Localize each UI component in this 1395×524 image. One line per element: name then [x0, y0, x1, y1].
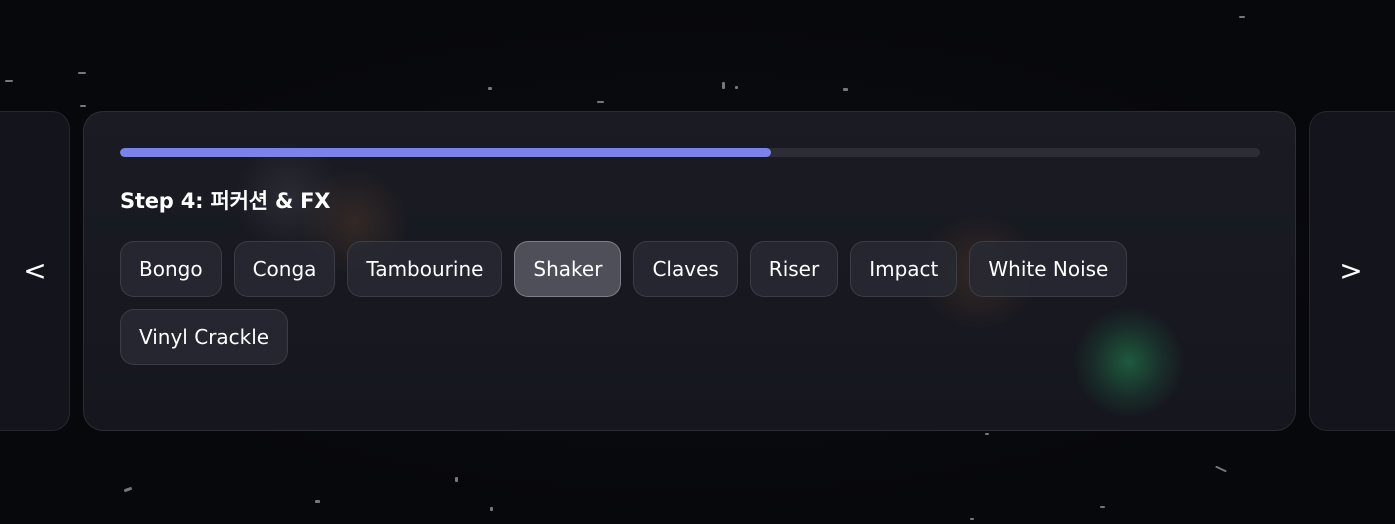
- chevron-right-icon: >: [1339, 254, 1363, 287]
- step-title: Step 4: 퍼커션 & FX: [120, 189, 331, 213]
- background-dust: [597, 101, 604, 103]
- option-chip-shaker[interactable]: Shaker: [514, 241, 622, 297]
- option-chip-conga[interactable]: Conga: [233, 241, 336, 297]
- background-dust: [455, 477, 458, 482]
- option-chip-white-noise[interactable]: White Noise: [969, 241, 1128, 297]
- background-dust: [315, 500, 320, 503]
- chevron-left-icon: <: [23, 254, 47, 287]
- background-dust: [1100, 506, 1105, 508]
- background-dust: [78, 72, 86, 74]
- prev-step-button[interactable]: <: [0, 111, 70, 431]
- background-dust: [1215, 465, 1227, 473]
- background-dust: [1239, 16, 1245, 18]
- background-dust: [5, 80, 13, 82]
- next-step-button[interactable]: >: [1309, 111, 1395, 431]
- background-dust: [488, 87, 492, 90]
- background-dust: [722, 82, 725, 89]
- progress-bar: [120, 148, 1260, 157]
- background-dust: [843, 88, 848, 91]
- option-chip-riser[interactable]: Riser: [749, 241, 839, 297]
- progress-fill: [120, 148, 771, 157]
- option-chip-bongo[interactable]: Bongo: [120, 241, 222, 297]
- app-stage: < Step 4: 퍼커션 & FX Bongo Conga Tambourine S…: [0, 0, 1395, 524]
- option-chip-claves[interactable]: Claves: [633, 241, 738, 297]
- background-dust: [970, 518, 974, 520]
- background-dust: [490, 507, 493, 511]
- step-card: Step 4: 퍼커션 & FX Bongo Conga Tambourine Sha…: [83, 111, 1296, 431]
- option-chip-tambourine[interactable]: Tambourine: [347, 241, 503, 297]
- background-dust: [123, 486, 133, 493]
- option-chip-impact[interactable]: Impact: [850, 241, 958, 297]
- option-chip-list: Bongo Conga Tambourine Shaker Claves Riser Imp…: [120, 241, 1270, 365]
- background-dust: [985, 433, 989, 435]
- background-dust: [735, 86, 738, 89]
- background-dust: [80, 105, 86, 107]
- option-chip-vinyl-crackle[interactable]: Vinyl Crackle: [120, 309, 289, 365]
